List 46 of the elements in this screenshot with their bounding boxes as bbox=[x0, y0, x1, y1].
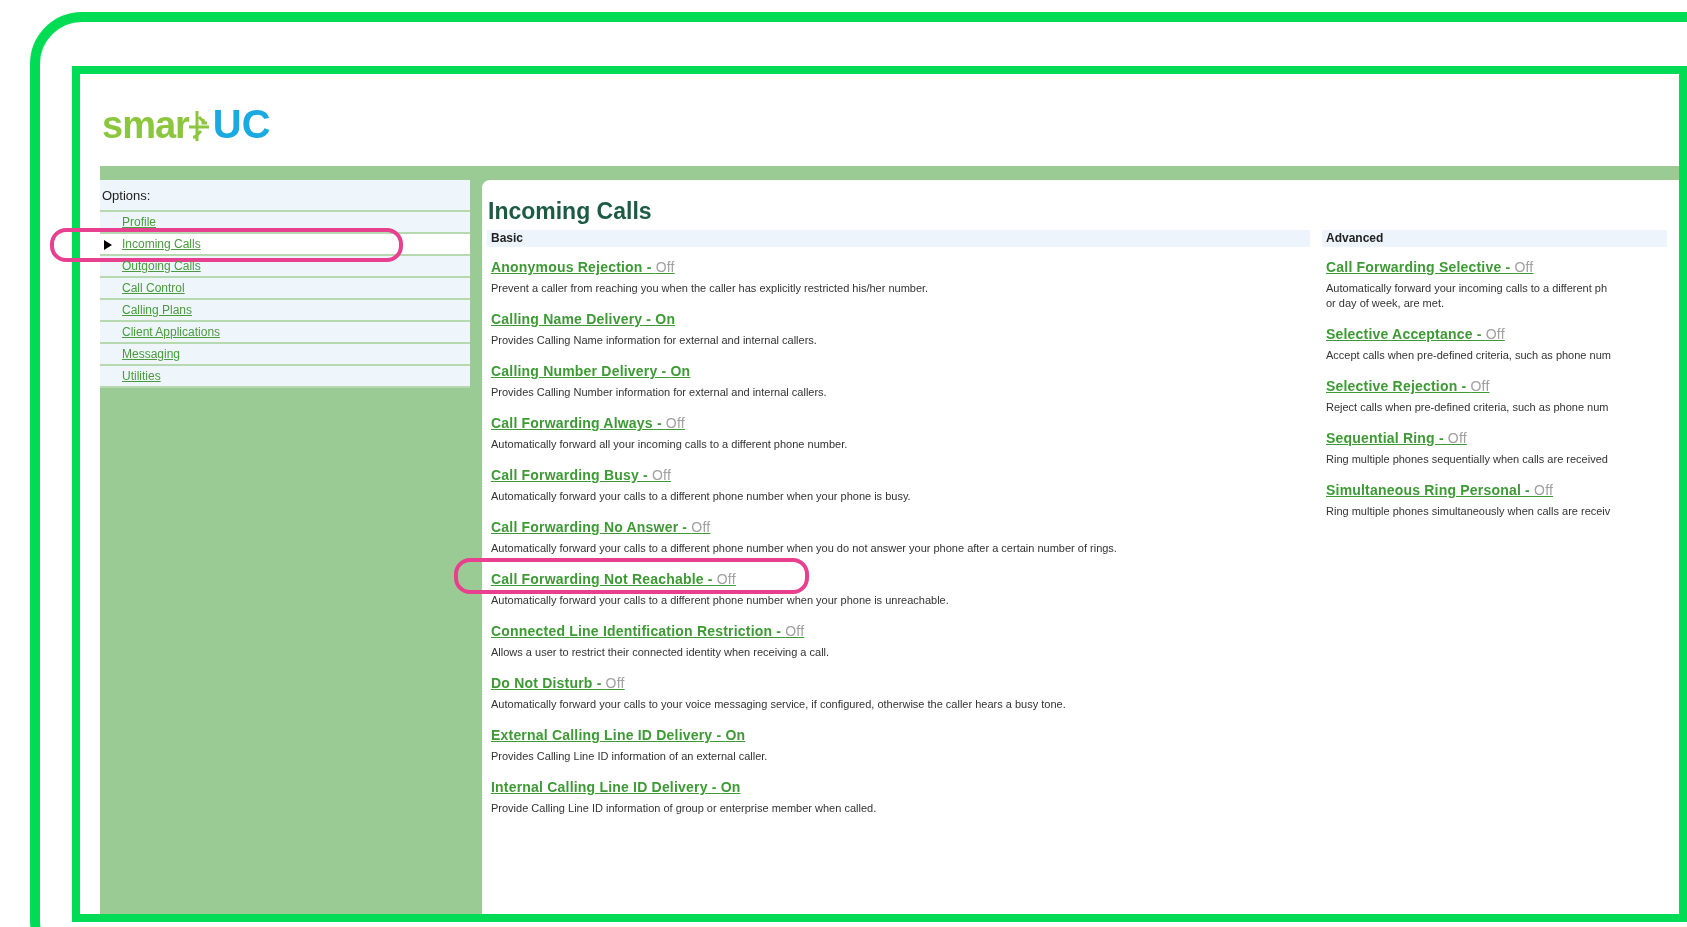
feature-link[interactable]: Simultaneous Ring Personal - Off bbox=[1326, 482, 1554, 498]
feature-link[interactable]: Calling Name Delivery - On bbox=[491, 311, 676, 327]
feature-description: Automatically forward your calls to a different phone number when your phone is unreachable. bbox=[491, 593, 950, 608]
feature-link[interactable]: External Calling Line ID Delivery - On bbox=[491, 727, 746, 743]
feature-link[interactable]: Call Forwarding Not Reachable - Off bbox=[491, 571, 736, 587]
page-title: Incoming Calls bbox=[488, 197, 653, 226]
feature-link[interactable]: Selective Acceptance - Off bbox=[1326, 326, 1505, 342]
section-header: Advanced bbox=[1322, 230, 1667, 247]
section-header: Basic bbox=[487, 230, 1310, 247]
feature-link[interactable]: Do Not Disturb - Off bbox=[491, 675, 625, 691]
sidebar-item[interactable]: Incoming Calls bbox=[100, 233, 470, 256]
logo: smar UC bbox=[101, 101, 272, 144]
feature-link[interactable]: Calling Number Delivery - On bbox=[491, 363, 691, 379]
feature-description: Provides Calling Name information for external and internal callers. bbox=[491, 333, 818, 348]
feature-description: Prevent a caller from reaching you when the caller has explicitly restricted his/her number. bbox=[491, 281, 930, 296]
feature-link[interactable]: Call Forwarding No Answer - Off bbox=[491, 519, 711, 535]
sidebar-item[interactable]: Client Applications bbox=[100, 321, 470, 344]
feature-description: Ring multiple phones sequentially when calls are received bbox=[1326, 452, 1609, 467]
sidebar-item[interactable]: Messaging bbox=[100, 343, 470, 366]
feature-link[interactable]: Connected Line Identification Restriction - Off bbox=[491, 623, 805, 639]
feature-description: Automatically forward your calls to a different phone number when you do not answer your phone after a certain number of rings. bbox=[491, 541, 1118, 556]
sidebar-heading: Options: bbox=[100, 186, 470, 212]
feature-description: Automatically forward your calls to a different phone number when your phone is busy. bbox=[491, 489, 912, 504]
feature-link[interactable]: Call Forwarding Busy - Off bbox=[491, 467, 671, 483]
feature-description: Automatically forward all your incoming calls to a different phone number. bbox=[491, 437, 849, 452]
feature-description: Allows a user to restrict their connected identity when receiving a call. bbox=[491, 645, 831, 660]
sidebar-item[interactable]: Call Control bbox=[100, 277, 470, 300]
feature-description: Reject calls when pre-defined criteria, such as phone num bbox=[1326, 400, 1610, 415]
feature-description: Provide Calling Line ID information of group or enterprise member when called. bbox=[491, 801, 878, 816]
sidebar-item[interactable]: Outgoing Calls bbox=[100, 255, 470, 278]
feature-link[interactable]: Call Forwarding Always - Off bbox=[491, 415, 685, 431]
feature-description: Automatically forward your incoming calls to a different ph or day of week, are met. bbox=[1326, 281, 1609, 311]
logo-mark-icon bbox=[188, 109, 211, 143]
feature-link[interactable]: Internal Calling Line ID Delivery - On bbox=[491, 779, 741, 795]
current-marker-icon bbox=[104, 239, 112, 250]
feature-description: Ring multiple phones simultaneously when calls are receiv bbox=[1326, 504, 1612, 519]
feature-link[interactable]: Anonymous Rejection - Off bbox=[491, 259, 675, 275]
feature-link[interactable]: Sequential Ring - Off bbox=[1326, 430, 1467, 446]
feature-link[interactable]: Selective Rejection - Off bbox=[1326, 378, 1490, 394]
feature-link[interactable]: Call Forwarding Selective - Off bbox=[1326, 259, 1534, 275]
feature-description: Accept calls when pre-defined criteria, such as phone num bbox=[1326, 348, 1612, 363]
feature-description: Provides Calling Number information for external and internal callers. bbox=[491, 385, 828, 400]
sidebar-item[interactable]: Calling Plans bbox=[100, 299, 470, 322]
sidebar-item[interactable]: Utilities bbox=[100, 365, 470, 388]
feature-description: Provides Calling Line ID information of an external caller. bbox=[491, 749, 769, 764]
feature-description: Automatically forward your calls to your voice messaging service, if configured, otherwise the caller hears a busy tone. bbox=[491, 697, 1067, 712]
